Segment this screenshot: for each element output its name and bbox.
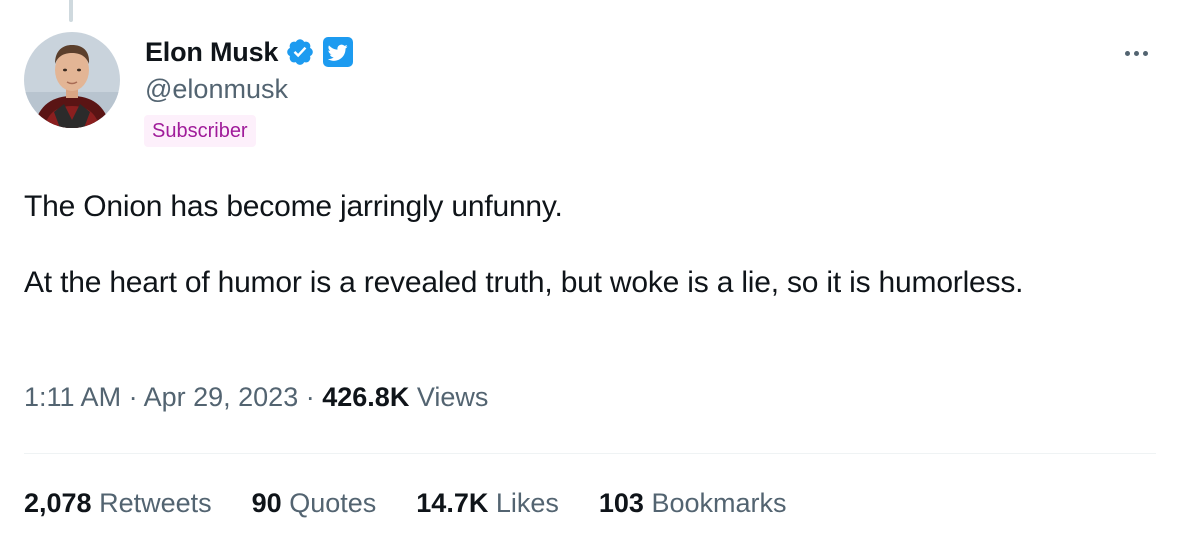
stat-label: Likes — [495, 488, 559, 518]
views-label: Views — [416, 382, 489, 412]
author-handle[interactable]: @elonmusk — [145, 74, 288, 105]
author-name[interactable]: Elon Musk — [145, 37, 278, 68]
subscriber-badge: Subscriber — [144, 115, 256, 147]
stat-count: 14.7K — [416, 488, 489, 518]
more-options-icon[interactable] — [1116, 40, 1156, 66]
more-dot — [1133, 50, 1139, 56]
stat-count: 90 — [251, 488, 282, 518]
tweet-paragraph: The Onion has become jarringly unfunny. — [24, 190, 563, 223]
author-name-row: Elon Musk — [145, 34, 354, 70]
thread-connector-line — [69, 0, 73, 22]
engagement-stats: 2,078 Retweets 90 Quotes 14.7K Likes 103… — [24, 488, 787, 519]
stat-count: 2,078 — [24, 488, 92, 518]
divider — [24, 453, 1156, 454]
meta-separator: · — [128, 382, 138, 412]
verified-badge-icon[interactable] — [285, 37, 315, 67]
likes-stat[interactable]: 14.7K Likes — [416, 488, 559, 519]
views-count: 426.8K — [322, 382, 410, 412]
stat-count: 103 — [598, 488, 644, 518]
tweet-text: The Onion has become jarringly unfunny. … — [24, 188, 1144, 302]
retweets-stat[interactable]: 2,078 Retweets — [24, 488, 212, 519]
tweet-time[interactable]: 1:11 AM — [24, 382, 121, 412]
twitter-bird-icon — [323, 37, 354, 67]
tweet-meta: 1:11 AM · Apr 29, 2023 · 426.8K Views — [24, 382, 488, 413]
meta-separator: · — [305, 382, 315, 412]
stat-label: Bookmarks — [651, 488, 787, 518]
avatar[interactable] — [24, 32, 120, 128]
more-dot — [1142, 50, 1148, 56]
stat-label: Retweets — [99, 488, 212, 518]
tweet-paragraph: At the heart of humor is a revealed trut… — [24, 266, 1024, 299]
tweet-date[interactable]: Apr 29, 2023 — [144, 382, 299, 412]
more-dot — [1124, 50, 1130, 56]
bookmarks-stat[interactable]: 103 Bookmarks — [599, 488, 787, 519]
stat-label: Quotes — [289, 488, 377, 518]
quotes-stat[interactable]: 90 Quotes — [252, 488, 377, 519]
